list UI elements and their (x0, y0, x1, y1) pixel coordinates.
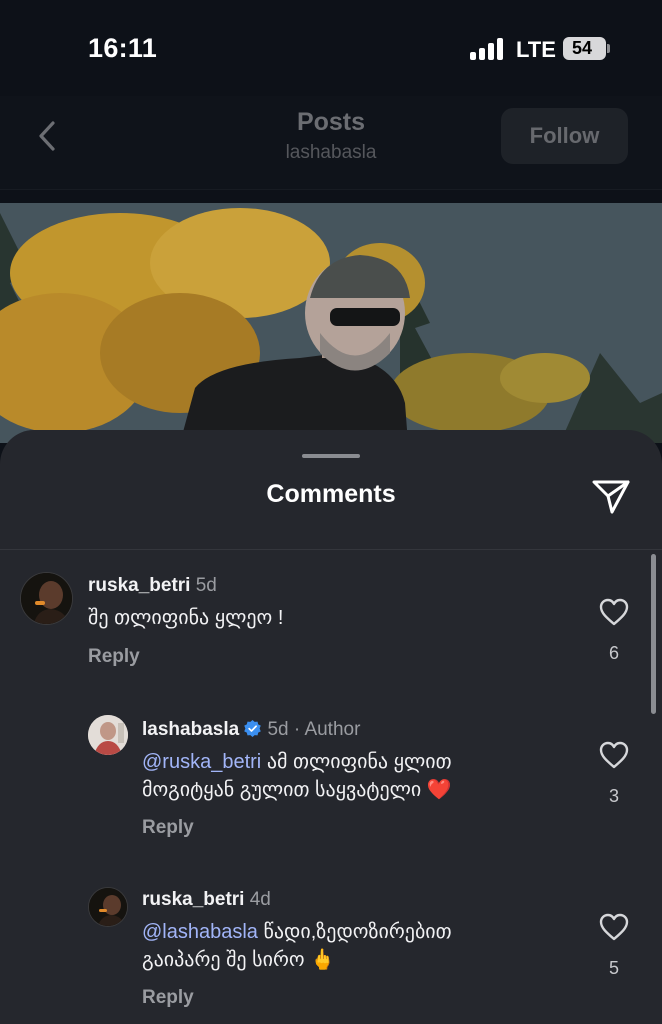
meta-separator: · (288, 719, 305, 740)
comment-username[interactable]: lashabasla (142, 719, 239, 740)
avatar-photo (88, 715, 128, 755)
like-count: 3 (608, 786, 619, 806)
verified-badge-icon (244, 719, 261, 738)
reply-button[interactable]: Reply (142, 817, 194, 839)
comment-header: lashabasla 5d · Author (142, 719, 360, 741)
comment-text-line1: ამ თლიფინა ყლით (266, 751, 452, 773)
share-icon[interactable] (590, 474, 632, 516)
avatar-photo (21, 573, 72, 624)
heart-emoji: ❤️ (426, 779, 452, 801)
heart-icon[interactable] (599, 913, 629, 941)
comment-time: 4d (249, 889, 271, 910)
network-label: LTE (516, 37, 556, 62)
status-bar: 16:11 LTE 54 (0, 0, 662, 96)
comments-scrollbar[interactable] (651, 554, 656, 714)
comment-text: გაიპარე შე სირო 🖕 (142, 946, 335, 975)
comment-text-line2: გაიპარე შე სირო (142, 949, 305, 971)
comment-username[interactable]: ruska_betri (142, 889, 244, 910)
comment-text-line2: მოგიტყან გულით საყვატელი (142, 779, 422, 801)
comment-text: @lashabasla წადი,ზედოზირებით (142, 918, 452, 947)
signal-icon (470, 38, 504, 60)
battery-cap (607, 44, 610, 53)
post-photo-illustration (0, 203, 662, 443)
comment-text-line1: წადი,ზედოზირებით (263, 921, 452, 943)
comment-header: ruska_betri 4d (142, 889, 271, 911)
comment-mention[interactable]: @ruska_betri (142, 751, 261, 773)
comment-text: @ruska_betri ამ თლიფინა ყლით (142, 748, 452, 777)
battery-level: 54 (571, 38, 593, 58)
status-time: 16:11 (88, 33, 158, 63)
comments-sheet: Comments ruska_betri 5d შე თლიფინა ყლეო … (0, 430, 662, 1024)
avatar-photo (89, 888, 127, 926)
battery-icon: 54 (563, 37, 606, 60)
sheet-divider (0, 549, 662, 550)
reply-button[interactable]: Reply (88, 646, 140, 668)
heart-icon[interactable] (599, 741, 629, 769)
follow-button[interactable]: Follow (501, 108, 628, 164)
post-photo (0, 203, 662, 443)
avatar[interactable] (88, 715, 128, 755)
author-label: Author (304, 719, 361, 740)
like-count: 6 (608, 643, 619, 663)
reply-button[interactable]: Reply (142, 987, 194, 1009)
avatar[interactable] (20, 572, 73, 625)
like-count: 5 (608, 958, 619, 978)
comment-text: შე თლიფინა ყლეო ! (88, 607, 284, 629)
sheet-grabber[interactable] (302, 454, 360, 458)
avatar[interactable] (88, 887, 128, 927)
posts-header: Posts lashabasla Follow (0, 96, 662, 190)
comment-time: 5d (195, 575, 217, 596)
comment-text: მოგიტყან გულით საყვატელი ❤️ (142, 776, 452, 805)
comment-time: 5d (267, 719, 289, 740)
comment-mention[interactable]: @lashabasla (142, 921, 258, 943)
heart-icon[interactable] (599, 598, 629, 626)
hand-emoji: 🖕 (310, 949, 336, 971)
comments-title: Comments (266, 480, 396, 508)
comment-header: ruska_betri 5d (88, 575, 217, 597)
comment-username[interactable]: ruska_betri (88, 575, 190, 596)
